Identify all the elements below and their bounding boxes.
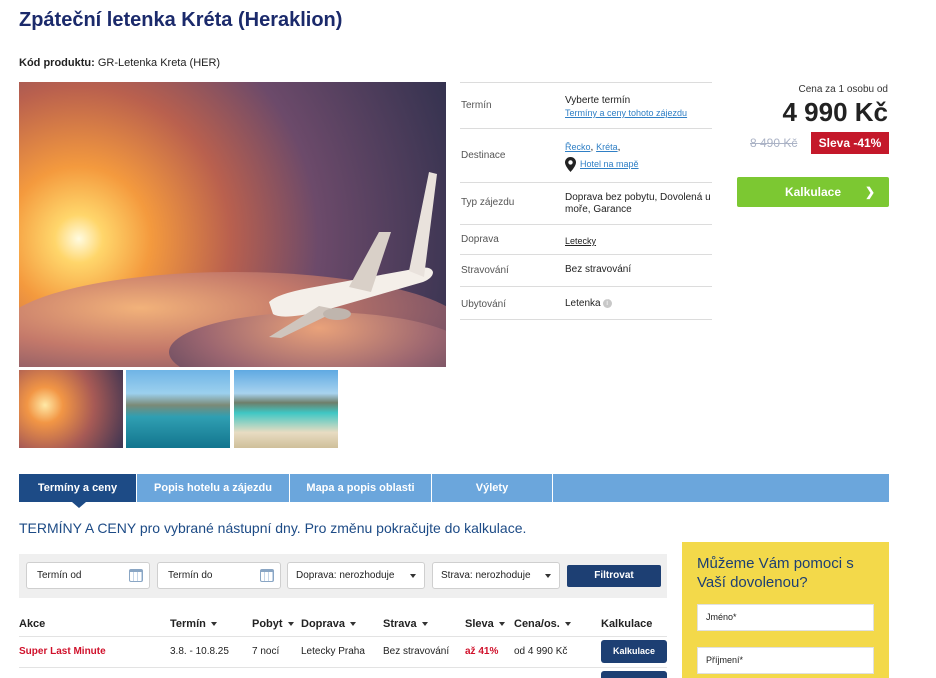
date-from-placeholder: Termín od (37, 570, 82, 581)
column-header-strava[interactable]: Strava (383, 618, 428, 630)
chevron-right-icon: ❯ (864, 185, 875, 199)
chevron-down-icon (410, 574, 416, 578)
row-calculation-button[interactable] (601, 671, 667, 678)
help-title: Můžeme Vám pomoci s Vaší dovolenou? (697, 555, 854, 591)
info-row-termin: Termín Vyberte termín Termíny a ceny toh… (460, 82, 712, 128)
sort-icon (210, 622, 217, 626)
tab-bar: Termíny a ceny Popis hotelu a zájezdu Ma… (19, 474, 889, 502)
info-row-typ: Typ zájezdu Doprava bez pobytu, Dovolená… (460, 182, 712, 224)
column-header-sleva[interactable]: Sleva (465, 618, 505, 630)
info-value: Bez stravování (565, 264, 632, 275)
column-header-cena[interactable]: Cena/os. (514, 618, 571, 630)
calculation-button[interactable]: Kalkulace ❯ (737, 177, 889, 207)
calendar-icon (260, 569, 274, 582)
sort-icon (287, 622, 294, 626)
row-cena: od 4 990 Kč (514, 646, 568, 657)
date-to-placeholder: Termín do (168, 570, 213, 581)
info-row-ubytovani: Ubytování Letenka i (460, 286, 712, 320)
main-photo-airplane[interactable] (19, 82, 446, 367)
info-label: Doprava (461, 234, 499, 245)
price-label: Cena za 1 osobu od (798, 84, 888, 95)
row-pobyt: 7 nocí (252, 646, 280, 657)
column-header-kalkulace: Kalkulace (601, 618, 653, 630)
sort-icon (421, 622, 428, 626)
thumbnail-beach[interactable] (234, 370, 338, 448)
tab-trips[interactable]: Výlety (432, 474, 553, 502)
date-from-input[interactable]: Termín od (26, 562, 150, 589)
thumbnail-harbor[interactable] (126, 370, 230, 448)
row-strava: Bez stravování (383, 646, 450, 657)
info-label: Stravování (461, 265, 509, 276)
row-doprava: Letecky Praha (301, 646, 365, 657)
info-value: Doprava bez pobytu, Dovolená u moře, Gar… (565, 192, 711, 215)
airplane-illustration (269, 172, 437, 338)
info-row-stravovani: Stravování Bez stravování (460, 254, 712, 286)
divider (19, 636, 667, 637)
chevron-down-icon (545, 574, 551, 578)
info-icon[interactable]: i (602, 299, 612, 308)
tab-hotel-description[interactable]: Popis hotelu a zájezdu (137, 474, 290, 502)
row-calculation-button[interactable]: Kalkulace (601, 640, 667, 663)
transport-select-value: Doprava: nerozhoduje (296, 570, 395, 581)
row-akce: Super Last Minute (19, 646, 106, 657)
terms-prices-link[interactable]: Termíny a ceny tohoto zájezdu (565, 108, 687, 118)
transport-select[interactable]: Doprava: nerozhoduje (287, 562, 425, 589)
info-row-destinace: Destinace Řecko, Kréta, Hotel na mapě (460, 128, 712, 182)
hotel-map-link[interactable]: Hotel na mapě (580, 159, 639, 169)
meal-select[interactable]: Strava: nerozhoduje (432, 562, 560, 589)
column-header-akce: Akce (19, 618, 46, 630)
info-row-doprava: Doprava Letecky (460, 224, 712, 254)
discount-badge: Sleva -41% (811, 132, 889, 154)
map-pin-icon (565, 157, 576, 172)
name-field[interactable]: Jméno* (697, 604, 874, 631)
destination-link-greece[interactable]: Řecko (565, 142, 591, 152)
product-code-value: GR-Letenka Kreta (HER) (97, 57, 221, 69)
divider (19, 667, 667, 668)
price-current: 4 990 Kč (782, 97, 888, 127)
info-value: Vyberte termín (565, 95, 631, 106)
filter-bar: Termín od Termín do Doprava: nerozhoduje… (19, 554, 667, 598)
column-header-termin[interactable]: Termín (170, 618, 217, 630)
sort-icon (498, 622, 505, 626)
meal-select-value: Strava: nerozhoduje (441, 570, 531, 581)
active-tab-marker (72, 502, 86, 508)
info-label: Typ zájezdu (461, 197, 515, 208)
section-intro: TERMÍNY A CENY pro vybrané nástupní dny.… (19, 520, 527, 536)
row-sleva: až 41% (465, 646, 499, 657)
calendar-icon (129, 569, 143, 582)
thumbnail-airplane[interactable] (19, 370, 123, 448)
calculation-button-label: Kalkulace (784, 185, 842, 199)
product-code: Kód produktu: GR-Letenka Kreta (HER) (19, 57, 220, 69)
tab-map-area[interactable]: Mapa a popis oblasti (290, 474, 432, 502)
surname-field[interactable]: Příjmení* (697, 647, 874, 674)
tab-terms-prices[interactable]: Termíny a ceny (19, 474, 137, 502)
info-label: Destinace (461, 150, 506, 161)
transport-link[interactable]: Letecky (565, 235, 596, 247)
product-code-label: Kód produktu: (19, 57, 95, 69)
column-header-pobyt[interactable]: Pobyt (252, 618, 294, 630)
info-label: Termín (461, 100, 492, 111)
info-value: Letenka (565, 298, 601, 309)
price-old: 8 490 Kč (750, 136, 798, 150)
destination-link-crete[interactable]: Kréta (596, 142, 618, 152)
row-termin: 3.8. - 10.8.25 (170, 646, 229, 657)
info-label: Ubytování (461, 299, 507, 310)
column-header-doprava[interactable]: Doprava (301, 618, 357, 630)
filter-button[interactable]: Filtrovat (567, 565, 661, 587)
sort-icon (564, 622, 571, 626)
sort-icon (350, 622, 357, 626)
page-title: Zpáteční letenka Kréta (Heraklion) (19, 9, 343, 31)
help-contact-box: Můžeme Vám pomoci s Vaší dovolenou? Jmén… (682, 542, 889, 678)
date-to-input[interactable]: Termín do (157, 562, 281, 589)
